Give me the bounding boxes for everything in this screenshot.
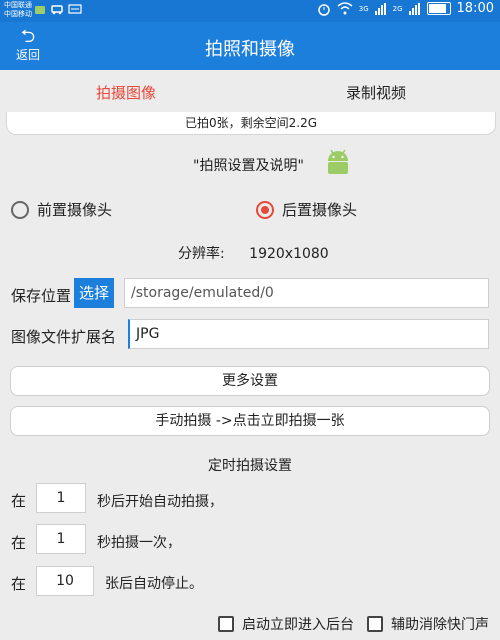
file-extension-input[interactable]: JPG — [128, 319, 489, 349]
help-link[interactable]: "拍照设置及说明" — [193, 155, 304, 175]
car-notification-icon — [51, 5, 63, 15]
save-location-label: 保存位置 — [11, 287, 72, 305]
battery-icon — [426, 2, 451, 15]
checkbox-box — [218, 616, 234, 632]
android-notification-icon — [35, 6, 45, 14]
resolution-value: 1920x1080 — [249, 246, 329, 262]
radio-circle — [11, 200, 29, 219]
status-bar: 中国联通 中国移动 3G 2G 18:00 — [0, 0, 500, 22]
checkbox-label: 启动立即进入后台 — [242, 617, 354, 633]
alarm-icon — [318, 3, 330, 16]
checkbox-start-background[interactable]: 启动立即进入后台 — [218, 614, 354, 634]
radio-front-camera[interactable]: 前置摄像头 — [11, 199, 112, 220]
carrier-2: 中国移动 — [4, 10, 32, 18]
app-bar: ⮌ 返回 拍照和摄像 — [0, 22, 500, 70]
more-settings-button[interactable]: 更多设置 — [10, 366, 490, 396]
stop-count-input[interactable]: 10 — [36, 566, 94, 596]
tab-record-video[interactable]: 录制视频 — [346, 82, 406, 103]
signal-icon-2 — [408, 2, 420, 15]
interval-input[interactable]: 1 — [36, 524, 86, 554]
radio-rear-camera[interactable]: 后置摄像头 — [256, 199, 357, 220]
checkbox-box — [367, 616, 383, 632]
radio-circle-selected — [256, 200, 274, 219]
carrier-info: 中国联通 中国移动 — [4, 1, 32, 19]
status-notification-icons — [34, 3, 82, 15]
timer-section-title: 定时拍摄设置 — [208, 458, 292, 474]
timer-prefix: 在 — [11, 492, 27, 510]
radio-front-label: 前置摄像头 — [37, 201, 113, 219]
storage-info: 已拍0张，剩余空间2.2G — [6, 112, 496, 135]
checkbox-mute-shutter[interactable]: 辅助消除快门声 — [367, 614, 489, 634]
start-delay-input[interactable]: 1 — [36, 483, 86, 513]
status-time: 18:00 — [456, 1, 494, 16]
resolution-label: 分辨率: — [178, 246, 225, 262]
save-path-input[interactable]: /storage/emulated/0 — [124, 278, 489, 308]
network-label-3g: 3G — [358, 4, 369, 13]
signal-icon-1 — [374, 2, 386, 15]
resolution-row: 分辨率: 1920x1080 — [178, 243, 329, 263]
timer-prefix: 在 — [11, 575, 27, 593]
timer-suffix: 秒拍摄一次， — [97, 535, 181, 551]
keyboard-notification-icon — [68, 4, 82, 14]
status-right: 3G 2G 18:00 — [317, 1, 494, 16]
select-folder-button[interactable]: 选择 — [74, 278, 114, 308]
wifi-icon — [337, 2, 353, 15]
android-icon[interactable] — [324, 148, 352, 176]
timer-suffix: 秒后开始自动拍摄， — [97, 494, 223, 510]
page-title: 拍照和摄像 — [205, 39, 295, 60]
checkbox-label: 辅助消除快门声 — [391, 617, 489, 633]
timer-suffix: 张后自动停止。 — [105, 576, 203, 592]
manual-capture-button[interactable]: 手动拍摄 ->点击立即拍摄一张 — [10, 406, 490, 436]
tab-bar: 拍摄图像 录制视频 — [0, 70, 500, 112]
tab-capture-image[interactable]: 拍摄图像 — [96, 82, 156, 103]
radio-rear-label: 后置摄像头 — [282, 201, 358, 219]
timer-prefix: 在 — [11, 534, 27, 552]
file-extension-label: 图像文件扩展名 — [11, 328, 117, 346]
network-label-2g: 2G — [392, 4, 403, 13]
carrier-1: 中国联通 — [4, 1, 32, 9]
